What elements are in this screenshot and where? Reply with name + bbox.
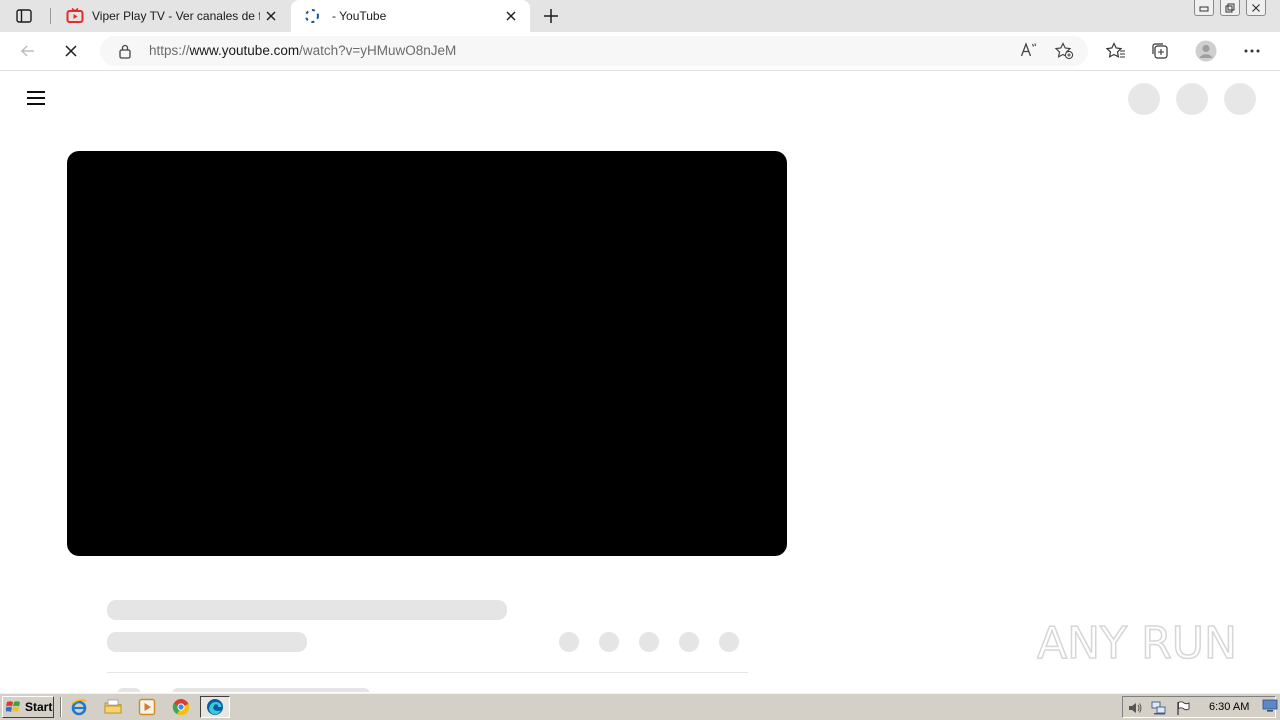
hamburger-menu-icon[interactable] [27, 90, 45, 106]
placeholder-circle [1128, 83, 1160, 115]
close-tab-icon[interactable] [264, 9, 278, 23]
video-player[interactable] [67, 151, 787, 556]
stop-loading-button[interactable] [60, 40, 82, 62]
media-player-icon[interactable] [138, 698, 156, 716]
tab-separator [50, 8, 51, 24]
plus-icon [544, 9, 558, 23]
address-bar[interactable]: https://www.youtube.com/watch?v=yHMuwO8n… [100, 36, 1088, 66]
clock: 6:30 AM [1209, 701, 1250, 713]
restore-button[interactable] [1220, 0, 1240, 16]
tab-youtube[interactable]: - YouTube [291, 0, 530, 32]
tab-viper-play[interactable]: Viper Play TV - Ver canales de fu [56, 0, 290, 32]
skeleton-dot [599, 632, 619, 652]
placeholder-circle [1224, 83, 1256, 115]
system-tray: 6:30 AM [1122, 696, 1276, 718]
collections-icon [1152, 43, 1168, 59]
show-desktop-button[interactable] [1262, 697, 1278, 715]
placeholder-circle [1176, 83, 1208, 115]
skeleton-dot [679, 632, 699, 652]
read-aloud-icon [1020, 42, 1037, 57]
tab-actions-button[interactable] [12, 6, 36, 26]
star-plus-icon [1054, 42, 1074, 60]
network-icon[interactable] [1151, 700, 1167, 716]
back-button[interactable] [17, 40, 39, 62]
skeleton-dot [719, 632, 739, 652]
favorites-button[interactable] [1105, 40, 1127, 62]
skeleton-title-bar [107, 600, 507, 620]
start-button[interactable]: Start [2, 696, 54, 718]
minimize-button[interactable] [1194, 0, 1214, 16]
avatar-icon [1195, 40, 1217, 62]
watermark-text: ANY RUN [1037, 618, 1237, 669]
loading-spinner-icon [305, 9, 319, 23]
profile-button[interactable] [1194, 39, 1218, 63]
window-controls [1194, 0, 1266, 16]
tab-strip: Viper Play TV - Ver canales de fu - YouT… [0, 0, 1280, 32]
skeleton-divider [107, 672, 748, 673]
windows-taskbar: Start 6:30 AM [0, 692, 1280, 720]
new-tab-button[interactable] [541, 6, 561, 26]
browser-toolbar: https://www.youtube.com/watch?v=yHMuwO8n… [0, 32, 1280, 71]
tab-title: Viper Play TV - Ver canales de fu [92, 9, 260, 23]
edge-taskbar-button[interactable] [200, 696, 230, 718]
anyrun-watermark: ANY RUN [1037, 617, 1237, 670]
skeleton-dot [639, 632, 659, 652]
read-aloud-button[interactable] [1020, 42, 1038, 61]
url-text[interactable]: https://www.youtube.com/watch?v=yHMuwO8n… [149, 43, 456, 58]
collections-button[interactable] [1149, 40, 1171, 62]
minimize-icon [1199, 6, 1209, 11]
restore-icon [1225, 3, 1235, 12]
taskbar-separator [60, 697, 62, 717]
add-favorite-button[interactable] [1054, 42, 1074, 64]
close-tab-icon[interactable] [504, 9, 518, 23]
more-horizontal-icon [1244, 49, 1260, 53]
skeleton-dot [559, 632, 579, 652]
url-path: /watch?v=yHMuwO8nJeM [299, 43, 457, 58]
close-window-button[interactable] [1246, 0, 1266, 16]
skeleton-subtitle-bar [107, 632, 307, 652]
close-icon [1252, 3, 1260, 12]
tab-title: - YouTube [332, 9, 387, 23]
action-center-flag-icon[interactable] [1175, 700, 1191, 716]
desktop-icon [1262, 699, 1278, 712]
chrome-icon[interactable] [172, 698, 190, 716]
edge-icon [207, 699, 223, 715]
youtube-tv-icon [66, 7, 84, 23]
back-arrow-icon [20, 45, 34, 57]
settings-menu-button[interactable] [1241, 40, 1263, 62]
volume-icon[interactable] [1127, 700, 1143, 716]
close-icon [65, 45, 77, 57]
internet-explorer-icon[interactable] [70, 698, 88, 716]
lock-icon[interactable] [118, 43, 132, 59]
url-scheme: https:// [149, 43, 190, 58]
favorites-star-icon [1106, 42, 1125, 58]
tab-actions-icon [16, 9, 32, 23]
file-explorer-icon[interactable] [104, 698, 122, 716]
windows-logo-icon [6, 701, 20, 712]
url-host: www.youtube.com [189, 43, 300, 58]
start-label: Start [25, 700, 53, 714]
